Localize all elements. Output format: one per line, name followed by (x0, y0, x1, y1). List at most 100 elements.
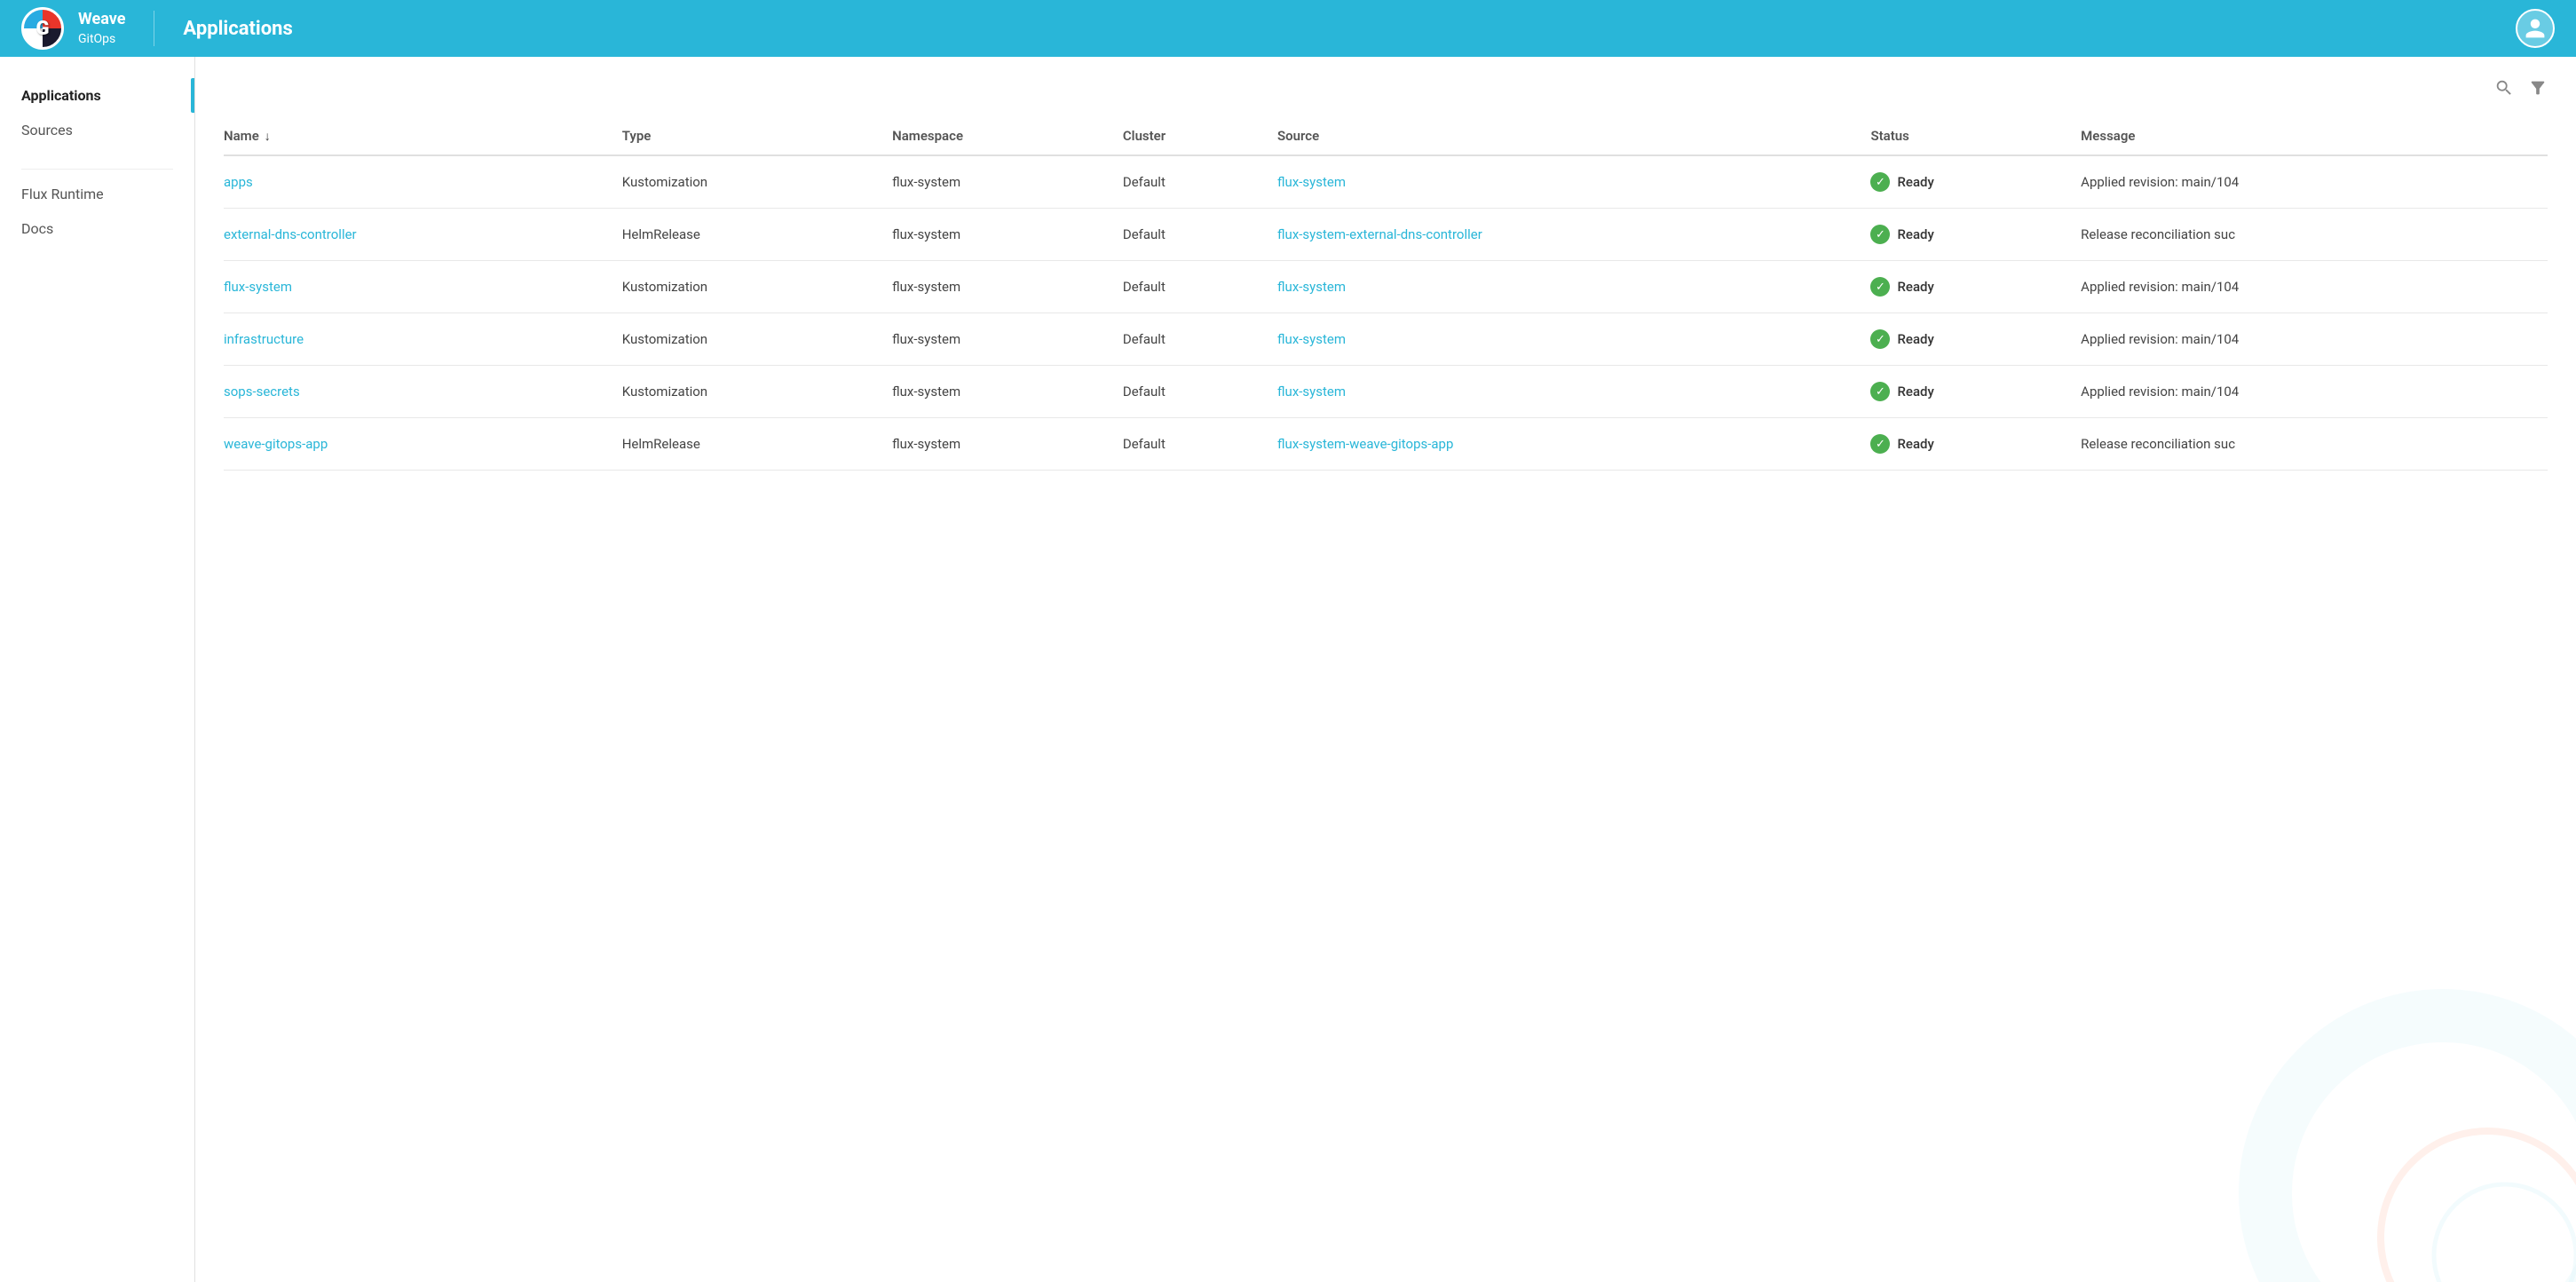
cell-type-1: HelmRelease (622, 209, 892, 261)
sidebar: Applications Sources Flux Runtime Docs (0, 57, 195, 1282)
table-row: flux-system Kustomization flux-system De… (224, 261, 2548, 313)
cell-name-4[interactable]: sops-secrets (224, 366, 622, 418)
status-label: Ready (1897, 174, 1933, 190)
table-row: apps Kustomization flux-system Default f… (224, 155, 2548, 209)
cell-source-4[interactable]: flux-system (1277, 366, 1870, 418)
cell-name-3[interactable]: infrastructure (224, 313, 622, 366)
cell-status-4: ✓ Ready (1870, 366, 2081, 418)
cell-name-5[interactable]: weave-gitops-app (224, 418, 622, 471)
brand-logo: G (21, 7, 64, 50)
cell-type-5: HelmRelease (622, 418, 892, 471)
cell-type-0: Kustomization (622, 155, 892, 209)
table-row: sops-secrets Kustomization flux-system D… (224, 366, 2548, 418)
cell-type-2: Kustomization (622, 261, 892, 313)
background-decoration (2132, 927, 2576, 1282)
col-type: Type (622, 117, 892, 155)
cell-source-1[interactable]: flux-system-external-dns-controller (1277, 209, 1870, 261)
col-source: Source (1277, 117, 1870, 155)
col-cluster: Cluster (1123, 117, 1277, 155)
status-check-icon: ✓ (1870, 329, 1890, 349)
table-body: apps Kustomization flux-system Default f… (224, 155, 2548, 471)
cell-namespace-2: flux-system (892, 261, 1123, 313)
col-name[interactable]: Name ↓ (224, 117, 622, 155)
cell-namespace-1: flux-system (892, 209, 1123, 261)
header-brand: G Weave GitOps Applications (21, 7, 293, 50)
brand-text: Weave GitOps (78, 10, 125, 46)
page-title: Applications (183, 18, 292, 40)
cell-cluster-1: Default (1123, 209, 1277, 261)
logo-letter: G (36, 18, 50, 40)
table-header: Name ↓ Type Namespace Cluster Source Sta… (224, 117, 2548, 155)
sidebar-item-flux-runtime[interactable]: Flux Runtime (0, 177, 194, 211)
cell-source-5[interactable]: flux-system-weave-gitops-app (1277, 418, 1870, 471)
cell-cluster-2: Default (1123, 261, 1277, 313)
cell-status-3: ✓ Ready (1870, 313, 2081, 366)
toolbar (224, 78, 2548, 103)
sidebar-item-applications[interactable]: Applications (0, 78, 194, 113)
cell-namespace-5: flux-system (892, 418, 1123, 471)
status-check-icon: ✓ (1870, 225, 1890, 244)
cell-status-2: ✓ Ready (1870, 261, 2081, 313)
applications-table: Name ↓ Type Namespace Cluster Source Sta… (224, 117, 2548, 471)
brand-gitops: GitOps (78, 32, 115, 46)
cell-message-2: Applied revision: main/104 (2081, 261, 2548, 313)
search-icon[interactable] (2494, 78, 2514, 103)
cell-cluster-3: Default (1123, 313, 1277, 366)
cell-message-5: Release reconciliation suc (2081, 418, 2548, 471)
sidebar-item-label-sources: Sources (21, 122, 73, 138)
cell-type-4: Kustomization (622, 366, 892, 418)
status-check-icon: ✓ (1870, 382, 1890, 401)
sidebar-section-apps: Applications Sources (0, 78, 194, 147)
status-label: Ready (1897, 384, 1933, 400)
user-avatar[interactable] (2516, 9, 2555, 48)
cell-type-3: Kustomization (622, 313, 892, 366)
sidebar-item-label-docs: Docs (21, 220, 53, 237)
table-row: external-dns-controller HelmRelease flux… (224, 209, 2548, 261)
cell-message-3: Applied revision: main/104 (2081, 313, 2548, 366)
sidebar-item-docs[interactable]: Docs (0, 211, 194, 246)
cell-source-0[interactable]: flux-system (1277, 155, 1870, 209)
status-label: Ready (1897, 331, 1933, 347)
cell-name-0[interactable]: apps (224, 155, 622, 209)
cell-source-3[interactable]: flux-system (1277, 313, 1870, 366)
cell-message-0: Applied revision: main/104 (2081, 155, 2548, 209)
status-check-icon: ✓ (1870, 172, 1890, 192)
sidebar-item-label-applications: Applications (21, 87, 101, 104)
table-row: weave-gitops-app HelmRelease flux-system… (224, 418, 2548, 471)
sidebar-divider (21, 169, 173, 170)
cell-cluster-4: Default (1123, 366, 1277, 418)
cell-source-2[interactable]: flux-system (1277, 261, 1870, 313)
cell-name-2[interactable]: flux-system (224, 261, 622, 313)
cell-namespace-4: flux-system (892, 366, 1123, 418)
app-header: G Weave GitOps Applications (0, 0, 2576, 57)
status-check-icon: ✓ (1870, 434, 1890, 454)
cell-cluster-0: Default (1123, 155, 1277, 209)
app-layout: Applications Sources Flux Runtime Docs (0, 57, 2576, 1282)
table-row: infrastructure Kustomization flux-system… (224, 313, 2548, 366)
status-check-icon: ✓ (1870, 277, 1890, 297)
main-content: Name ↓ Type Namespace Cluster Source Sta… (195, 57, 2576, 1282)
data-table: Name ↓ Type Namespace Cluster Source Sta… (224, 117, 2548, 471)
sidebar-item-label-flux-runtime: Flux Runtime (21, 186, 104, 202)
sort-arrow-icon: ↓ (265, 129, 271, 144)
status-label: Ready (1897, 226, 1933, 242)
sidebar-section-flux: Flux Runtime Docs (0, 177, 194, 246)
cell-status-0: ✓ Ready (1870, 155, 2081, 209)
col-status: Status (1870, 117, 2081, 155)
cell-status-5: ✓ Ready (1870, 418, 2081, 471)
cell-status-1: ✓ Ready (1870, 209, 2081, 261)
col-namespace: Namespace (892, 117, 1123, 155)
col-message: Message (2081, 117, 2548, 155)
cell-name-1[interactable]: external-dns-controller (224, 209, 622, 261)
cell-namespace-3: flux-system (892, 313, 1123, 366)
cell-message-1: Release reconciliation suc (2081, 209, 2548, 261)
cell-cluster-5: Default (1123, 418, 1277, 471)
brand-weave: Weave (78, 10, 125, 29)
status-label: Ready (1897, 436, 1933, 452)
cell-message-4: Applied revision: main/104 (2081, 366, 2548, 418)
status-label: Ready (1897, 279, 1933, 295)
filter-icon[interactable] (2528, 78, 2548, 103)
table-header-row: Name ↓ Type Namespace Cluster Source Sta… (224, 117, 2548, 155)
cell-namespace-0: flux-system (892, 155, 1123, 209)
sidebar-item-sources[interactable]: Sources (0, 113, 194, 147)
